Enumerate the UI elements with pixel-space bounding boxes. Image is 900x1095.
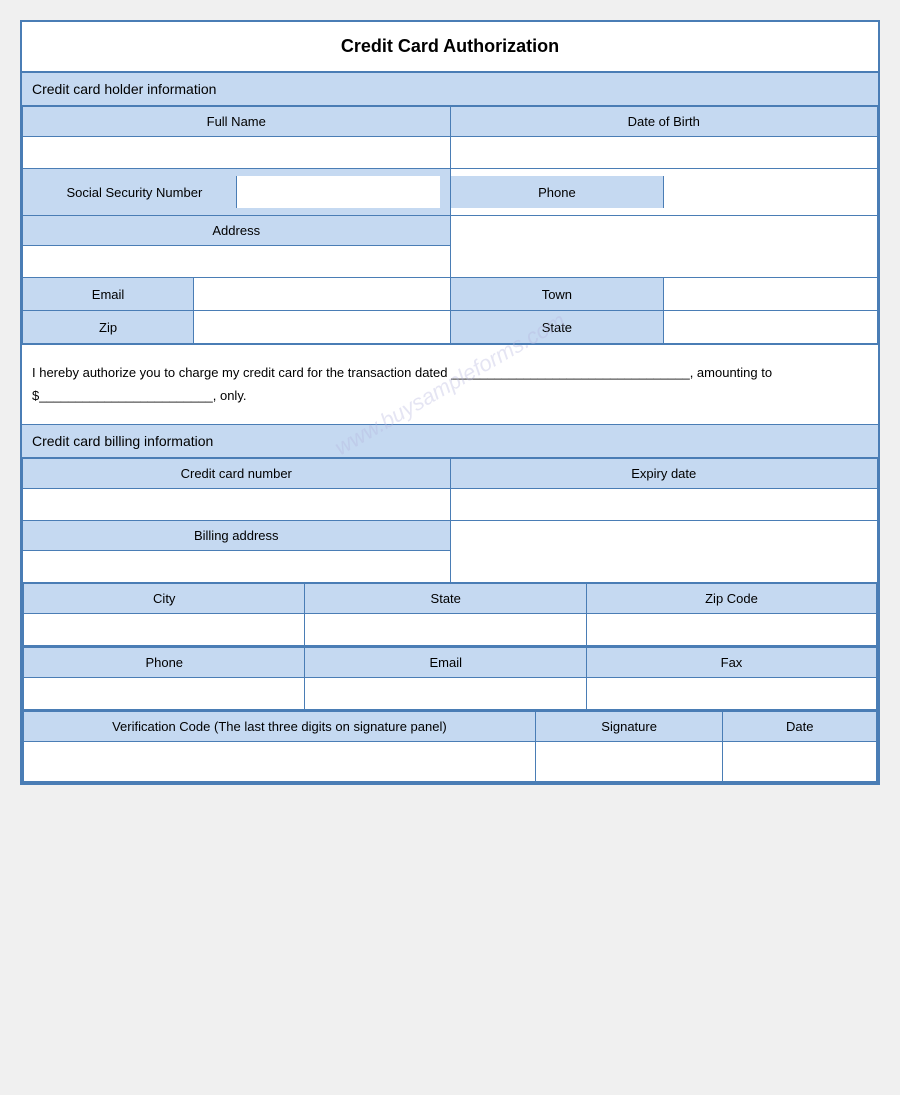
billing-table: Credit card number Expiry date Billing a… xyxy=(22,458,878,783)
date-label: Date xyxy=(723,711,877,741)
holder-table: Full Name Date of Birth Social Security … xyxy=(22,106,878,344)
billing-phone-input[interactable] xyxy=(24,677,305,709)
billing-state-input[interactable] xyxy=(305,613,586,645)
billing-address-label: Billing address xyxy=(23,520,451,550)
billing-info-header: Credit card billing information xyxy=(22,425,878,458)
town-label: Town xyxy=(451,278,664,310)
dob-input[interactable] xyxy=(450,137,878,169)
auth-text-content: I hereby authorize you to charge my cred… xyxy=(32,365,772,403)
state-label: State xyxy=(451,311,664,343)
form-container: Credit Card Authorization Credit card ho… xyxy=(20,20,880,785)
authorization-text: I hereby authorize you to charge my cred… xyxy=(22,344,878,425)
zip-input[interactable] xyxy=(194,311,450,343)
billing-phone-label: Phone xyxy=(24,647,305,677)
signature-label: Signature xyxy=(535,711,723,741)
billing-address-input-left[interactable] xyxy=(23,550,451,582)
town-input[interactable] xyxy=(664,278,877,310)
address-input[interactable] xyxy=(450,216,878,278)
billing-state-label: State xyxy=(305,583,586,613)
zip-label: Zip xyxy=(23,311,194,343)
city-label: City xyxy=(24,583,305,613)
phone-input[interactable] xyxy=(664,176,877,208)
expiry-label: Expiry date xyxy=(450,458,878,488)
email-label: Email xyxy=(23,278,194,310)
cc-number-input[interactable] xyxy=(23,488,451,520)
email-input[interactable] xyxy=(194,278,450,310)
date-final-input[interactable] xyxy=(723,741,877,781)
fax-label: Fax xyxy=(586,647,876,677)
zip-code-input[interactable] xyxy=(586,613,876,645)
billing-address-input-right[interactable] xyxy=(450,520,878,582)
dob-label: Date of Birth xyxy=(450,107,878,137)
signature-input[interactable] xyxy=(535,741,723,781)
zip-code-label: Zip Code xyxy=(586,583,876,613)
ssn-label: Social Security Number xyxy=(33,176,236,208)
phone-inner: Phone xyxy=(451,176,878,208)
full-name-label: Full Name xyxy=(23,107,451,137)
cc-number-label: Credit card number xyxy=(23,458,451,488)
expiry-input[interactable] xyxy=(450,488,878,520)
full-name-input[interactable] xyxy=(23,137,451,169)
fax-input[interactable] xyxy=(586,677,876,709)
address-input-left[interactable] xyxy=(23,246,451,278)
form-title: Credit Card Authorization xyxy=(22,22,878,73)
billing-email-label: Email xyxy=(305,647,586,677)
verification-code-label: Verification Code (The last three digits… xyxy=(24,711,536,741)
city-input[interactable] xyxy=(24,613,305,645)
ssn-input[interactable] xyxy=(236,176,439,208)
billing-email-input[interactable] xyxy=(305,677,586,709)
verification-code-input[interactable] xyxy=(24,741,536,781)
address-label: Address xyxy=(23,216,451,246)
phone-label: Phone xyxy=(451,176,664,208)
ssn-phone-inner: Social Security Number xyxy=(33,176,440,208)
state-input[interactable] xyxy=(664,311,877,343)
holder-info-header: Credit card holder information xyxy=(22,73,878,106)
